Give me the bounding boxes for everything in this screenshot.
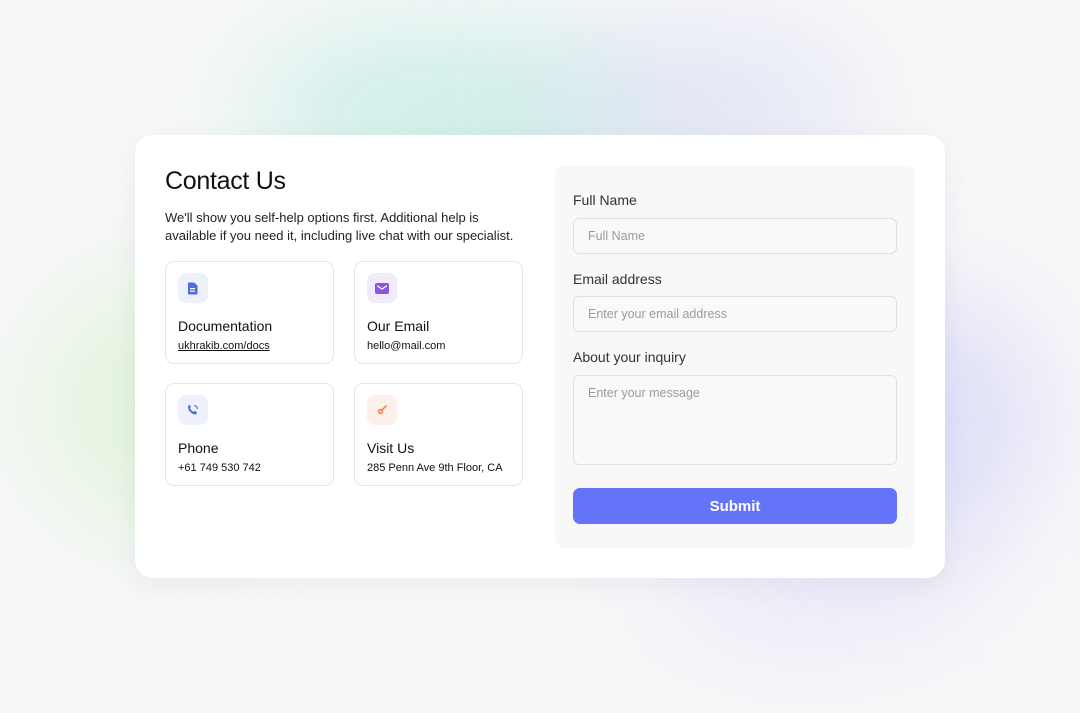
mail-icon bbox=[367, 273, 397, 303]
contact-info-grid: Documentation ukhrakib.com/docs Our Emai… bbox=[165, 261, 525, 488]
contact-card: Contact Us We'll show you self-help opti… bbox=[135, 135, 945, 578]
contact-form: Full Name Email address About your inqui… bbox=[555, 165, 915, 548]
full-name-label: Full Name bbox=[573, 192, 637, 208]
inquiry-label: About your inquiry bbox=[573, 349, 686, 365]
full-name-input[interactable] bbox=[573, 218, 897, 254]
email-input[interactable] bbox=[573, 296, 897, 332]
info-card-visit: Visit Us 285 Penn Ave 9th Floor, CA bbox=[354, 383, 523, 486]
submit-button[interactable]: Submit bbox=[573, 488, 897, 524]
phone-icon bbox=[178, 395, 208, 425]
phone-value[interactable]: +61 749 530 742 bbox=[178, 462, 261, 474]
email-value[interactable]: hello@mail.com bbox=[367, 340, 445, 352]
contact-intro: Contact Us We'll show you self-help opti… bbox=[165, 165, 525, 245]
location-pin-icon bbox=[367, 395, 397, 425]
message-textarea[interactable] bbox=[573, 375, 897, 465]
document-icon bbox=[178, 273, 208, 303]
info-title: Documentation bbox=[178, 318, 273, 334]
info-card-documentation: Documentation ukhrakib.com/docs bbox=[165, 261, 334, 364]
info-title: Visit Us bbox=[367, 440, 415, 456]
info-title: Phone bbox=[178, 440, 219, 456]
email-label: Email address bbox=[573, 271, 662, 287]
docs-link[interactable]: ukhrakib.com/docs bbox=[178, 340, 270, 352]
info-card-phone: Phone +61 749 530 742 bbox=[165, 383, 334, 486]
page-title: Contact Us bbox=[165, 167, 286, 195]
info-title: Our Email bbox=[367, 318, 430, 334]
info-card-email: Our Email hello@mail.com bbox=[354, 261, 523, 364]
page-subtitle: We'll show you self-help options first. … bbox=[165, 210, 514, 243]
address-value: 285 Penn Ave 9th Floor, CA bbox=[367, 462, 503, 474]
